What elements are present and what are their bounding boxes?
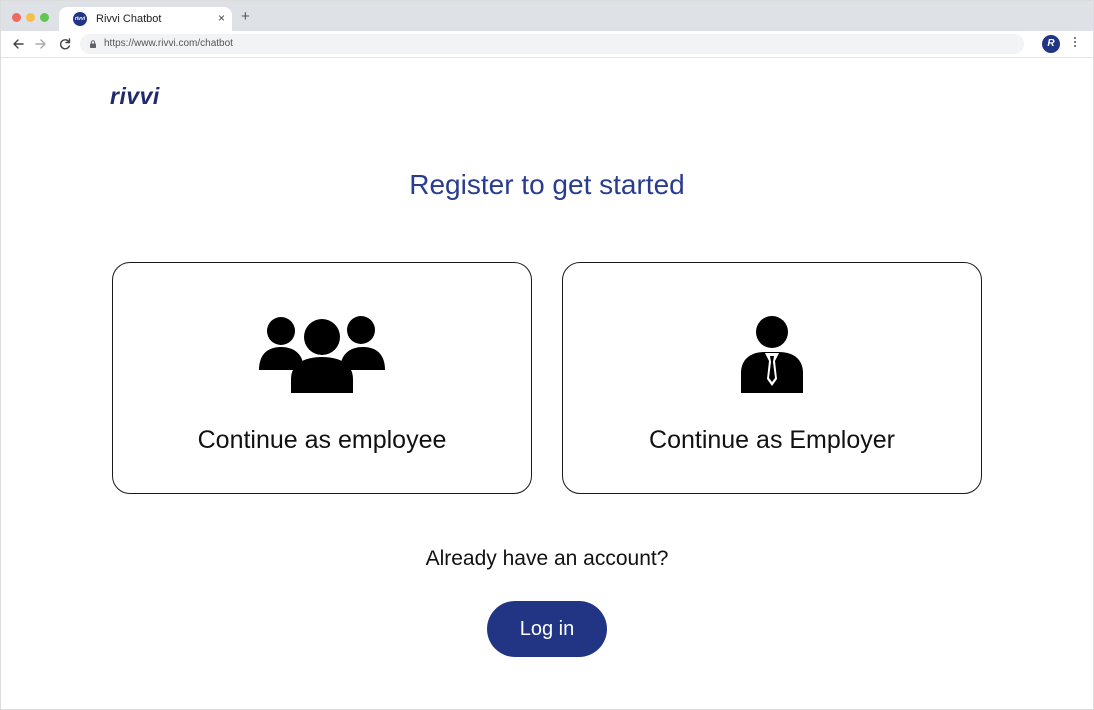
minimize-window-button[interactable] <box>26 13 35 22</box>
page-title: Register to get started <box>409 169 685 200</box>
employee-label: Continue as employee <box>197 426 447 454</box>
url-text: https://www.rivvi.com/chatbot <box>104 38 233 49</box>
continue-as-employee-card[interactable]: Continue as employee <box>112 262 532 494</box>
close-window-button[interactable] <box>12 13 21 22</box>
back-arrow-icon[interactable] <box>11 36 25 52</box>
new-tab-button[interactable]: + <box>241 9 250 25</box>
tab-rivvi-chatbot[interactable]: rivvi Rivvi Chatbot × <box>59 7 232 31</box>
rivvi-favicon-icon: rivvi <box>73 12 87 26</box>
reload-icon[interactable] <box>58 36 72 52</box>
tab-close-icon[interactable]: × <box>218 11 225 25</box>
group-icon <box>259 316 385 393</box>
maximize-window-button[interactable] <box>40 13 49 22</box>
businessman-icon <box>741 316 803 393</box>
address-bar[interactable]: https://www.rivvi.com/chatbot <box>80 34 1024 54</box>
browser-toolbar: https://www.rivvi.com/chatbot R <box>1 31 1093 58</box>
profile-avatar[interactable]: R <box>1042 35 1060 53</box>
rivvi-logo[interactable]: rivvi <box>110 83 160 110</box>
lock-icon <box>90 40 96 48</box>
forward-arrow-icon[interactable] <box>34 36 48 52</box>
tab-title: Rivvi Chatbot <box>96 13 162 25</box>
page-content: rivvi Register to get started Continue a… <box>2 59 1092 709</box>
login-button[interactable]: Log in <box>487 601 607 657</box>
continue-as-employer-card[interactable]: Continue as Employer <box>562 262 982 494</box>
employer-label: Continue as Employer <box>649 426 895 454</box>
tab-strip: rivvi Rivvi Chatbot × + <box>1 1 1093 31</box>
browser-window: rivvi Rivvi Chatbot × + https://www.rivv… <box>0 0 1094 710</box>
account-prompt: Already have an account? <box>425 547 669 570</box>
browser-menu-icon[interactable] <box>1072 37 1078 51</box>
